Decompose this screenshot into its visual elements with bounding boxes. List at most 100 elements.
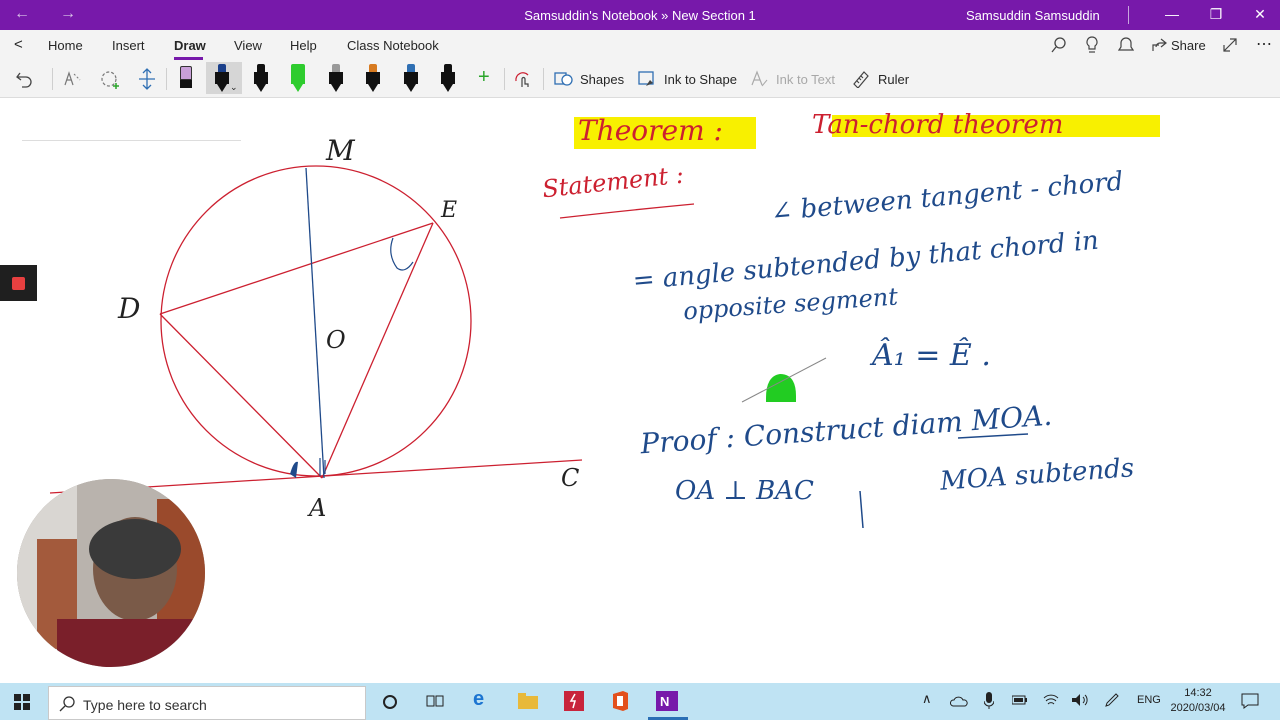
app-red-icon[interactable] bbox=[564, 691, 584, 711]
green-scribble bbox=[766, 374, 796, 402]
file-explorer-icon[interactable] bbox=[518, 693, 538, 709]
ink-to-shape-icon bbox=[638, 71, 654, 86]
tab-insert[interactable]: Insert bbox=[112, 38, 145, 53]
account-name[interactable]: Samsuddin Samsuddin bbox=[966, 8, 1100, 23]
label-c: C bbox=[561, 464, 580, 492]
ink-to-shape-label: Ink to Shape bbox=[664, 71, 737, 87]
wifi-icon[interactable] bbox=[1043, 693, 1059, 707]
minimize-button[interactable]: — bbox=[1162, 6, 1182, 22]
tab-home[interactable]: Home bbox=[48, 38, 83, 53]
pen-gray[interactable] bbox=[324, 62, 348, 94]
task-view-icon[interactable] bbox=[426, 693, 444, 709]
expand-icon[interactable] bbox=[1222, 37, 1238, 53]
more-options-icon[interactable]: ⋯ bbox=[1256, 34, 1272, 54]
svg-text:N: N bbox=[660, 694, 669, 709]
divider bbox=[504, 68, 505, 90]
cortana-icon[interactable] bbox=[382, 694, 398, 710]
search-placeholder: Type here to search bbox=[83, 697, 207, 713]
chord-da bbox=[159, 313, 323, 479]
insert-space-icon[interactable] bbox=[138, 68, 156, 90]
shapes-label: Shapes bbox=[580, 71, 625, 87]
diameter-moa bbox=[305, 167, 325, 479]
taskbar-search-box[interactable]: Type here to search bbox=[48, 686, 366, 720]
pen-green-highlighter[interactable] bbox=[286, 62, 310, 94]
system-clock[interactable]: 14:32 2020/03/04 bbox=[1168, 686, 1228, 716]
clock-date: 2020/03/04 bbox=[1170, 702, 1226, 714]
record-button[interactable] bbox=[0, 265, 37, 301]
divider bbox=[1128, 6, 1129, 24]
theorem-heading: Theorem : bbox=[578, 114, 723, 147]
draw-toolbar: ⌄ + Shapes Ink to Shape Ink to Text Rule… bbox=[0, 60, 1280, 98]
shapes-icon bbox=[554, 72, 573, 86]
show-hidden-icons-icon[interactable]: ∧ bbox=[922, 691, 932, 707]
proof-line-2: OA ⊥ BAC bbox=[675, 476, 814, 506]
lightbulb-icon[interactable] bbox=[1085, 36, 1099, 54]
search-icon bbox=[59, 696, 75, 712]
microphone-icon[interactable] bbox=[984, 692, 994, 710]
cursor-mark bbox=[859, 490, 864, 529]
onenote-icon[interactable]: N bbox=[656, 691, 678, 711]
presenter-video bbox=[17, 479, 205, 667]
shapes-button[interactable]: Shapes bbox=[554, 66, 624, 92]
ink-to-text-button[interactable]: Ink to Text bbox=[750, 66, 835, 92]
theorem-name: Tan-chord theorem bbox=[812, 110, 1064, 140]
tab-view[interactable]: View bbox=[234, 38, 262, 53]
ruler-icon bbox=[853, 71, 869, 88]
stop-icon bbox=[12, 277, 25, 290]
pen-light-blue[interactable] bbox=[399, 62, 423, 94]
label-a: A bbox=[309, 494, 327, 522]
onedrive-icon[interactable] bbox=[950, 695, 968, 707]
angle-equation: Â₁ = Ê . bbox=[872, 338, 991, 373]
add-space-circle-icon[interactable] bbox=[100, 69, 122, 89]
battery-icon[interactable] bbox=[1012, 695, 1028, 705]
statement-underline bbox=[559, 203, 695, 219]
share-icon[interactable] bbox=[1152, 38, 1168, 52]
label-m: M bbox=[326, 134, 355, 167]
pen-dark-blue-selected[interactable]: ⌄ bbox=[206, 62, 242, 94]
undo-icon[interactable] bbox=[15, 70, 33, 88]
highlighter-pen[interactable] bbox=[174, 62, 198, 94]
office-icon[interactable] bbox=[611, 691, 629, 711]
chord-de bbox=[159, 222, 434, 315]
label-o: O bbox=[326, 326, 346, 354]
divider bbox=[52, 68, 53, 90]
pen-black-2[interactable] bbox=[436, 62, 460, 94]
tab-help[interactable]: Help bbox=[290, 38, 317, 53]
title-bar: ← → Samsuddin's Notebook » New Section 1… bbox=[0, 0, 1280, 30]
touch-drawing-icon[interactable] bbox=[513, 69, 533, 89]
edge-icon[interactable]: e bbox=[473, 688, 484, 711]
divider bbox=[543, 68, 544, 90]
lasso-select-icon[interactable] bbox=[62, 70, 82, 88]
share-button[interactable]: Share bbox=[1171, 38, 1206, 53]
back-chevron-icon[interactable]: < bbox=[14, 36, 23, 53]
bell-icon[interactable] bbox=[1118, 37, 1134, 54]
notifications-icon[interactable] bbox=[1241, 693, 1259, 709]
restore-button[interactable]: ❐ bbox=[1206, 6, 1226, 23]
label-e: E bbox=[441, 198, 458, 223]
ink-to-text-label: Ink to Text bbox=[776, 71, 836, 87]
close-button[interactable]: ✕ bbox=[1250, 6, 1270, 23]
ruler-button[interactable]: Ruler bbox=[851, 66, 909, 92]
ink-to-shape-button[interactable]: Ink to Shape bbox=[638, 66, 737, 92]
windows-taskbar: Type here to search e N ∧ ENG 14:32 2020… bbox=[0, 683, 1280, 720]
pen-black[interactable] bbox=[249, 62, 273, 94]
angle-e-mark bbox=[390, 237, 414, 271]
pen-orange[interactable] bbox=[361, 62, 385, 94]
divider bbox=[166, 68, 167, 90]
tab-draw[interactable]: Draw bbox=[174, 38, 206, 53]
ink-to-text-icon bbox=[751, 70, 768, 87]
windows-start-icon[interactable] bbox=[14, 694, 30, 710]
ribbon-tabs: < Home Insert Draw View Help Class Noteb… bbox=[0, 30, 1280, 60]
angle-a1-mark bbox=[290, 461, 298, 478]
clock-time: 14:32 bbox=[1184, 687, 1212, 699]
webcam-overlay bbox=[17, 479, 205, 667]
volume-icon[interactable] bbox=[1071, 693, 1089, 707]
language-indicator[interactable]: ENG bbox=[1137, 694, 1161, 706]
label-d: D bbox=[118, 292, 141, 325]
add-pen-icon[interactable]: + bbox=[478, 66, 490, 89]
search-icon[interactable] bbox=[1051, 37, 1067, 53]
circle bbox=[160, 165, 472, 477]
pen-ink-workspace-icon[interactable] bbox=[1104, 692, 1120, 708]
tab-class-notebook[interactable]: Class Notebook bbox=[347, 38, 439, 53]
ruler-label: Ruler bbox=[878, 71, 910, 87]
